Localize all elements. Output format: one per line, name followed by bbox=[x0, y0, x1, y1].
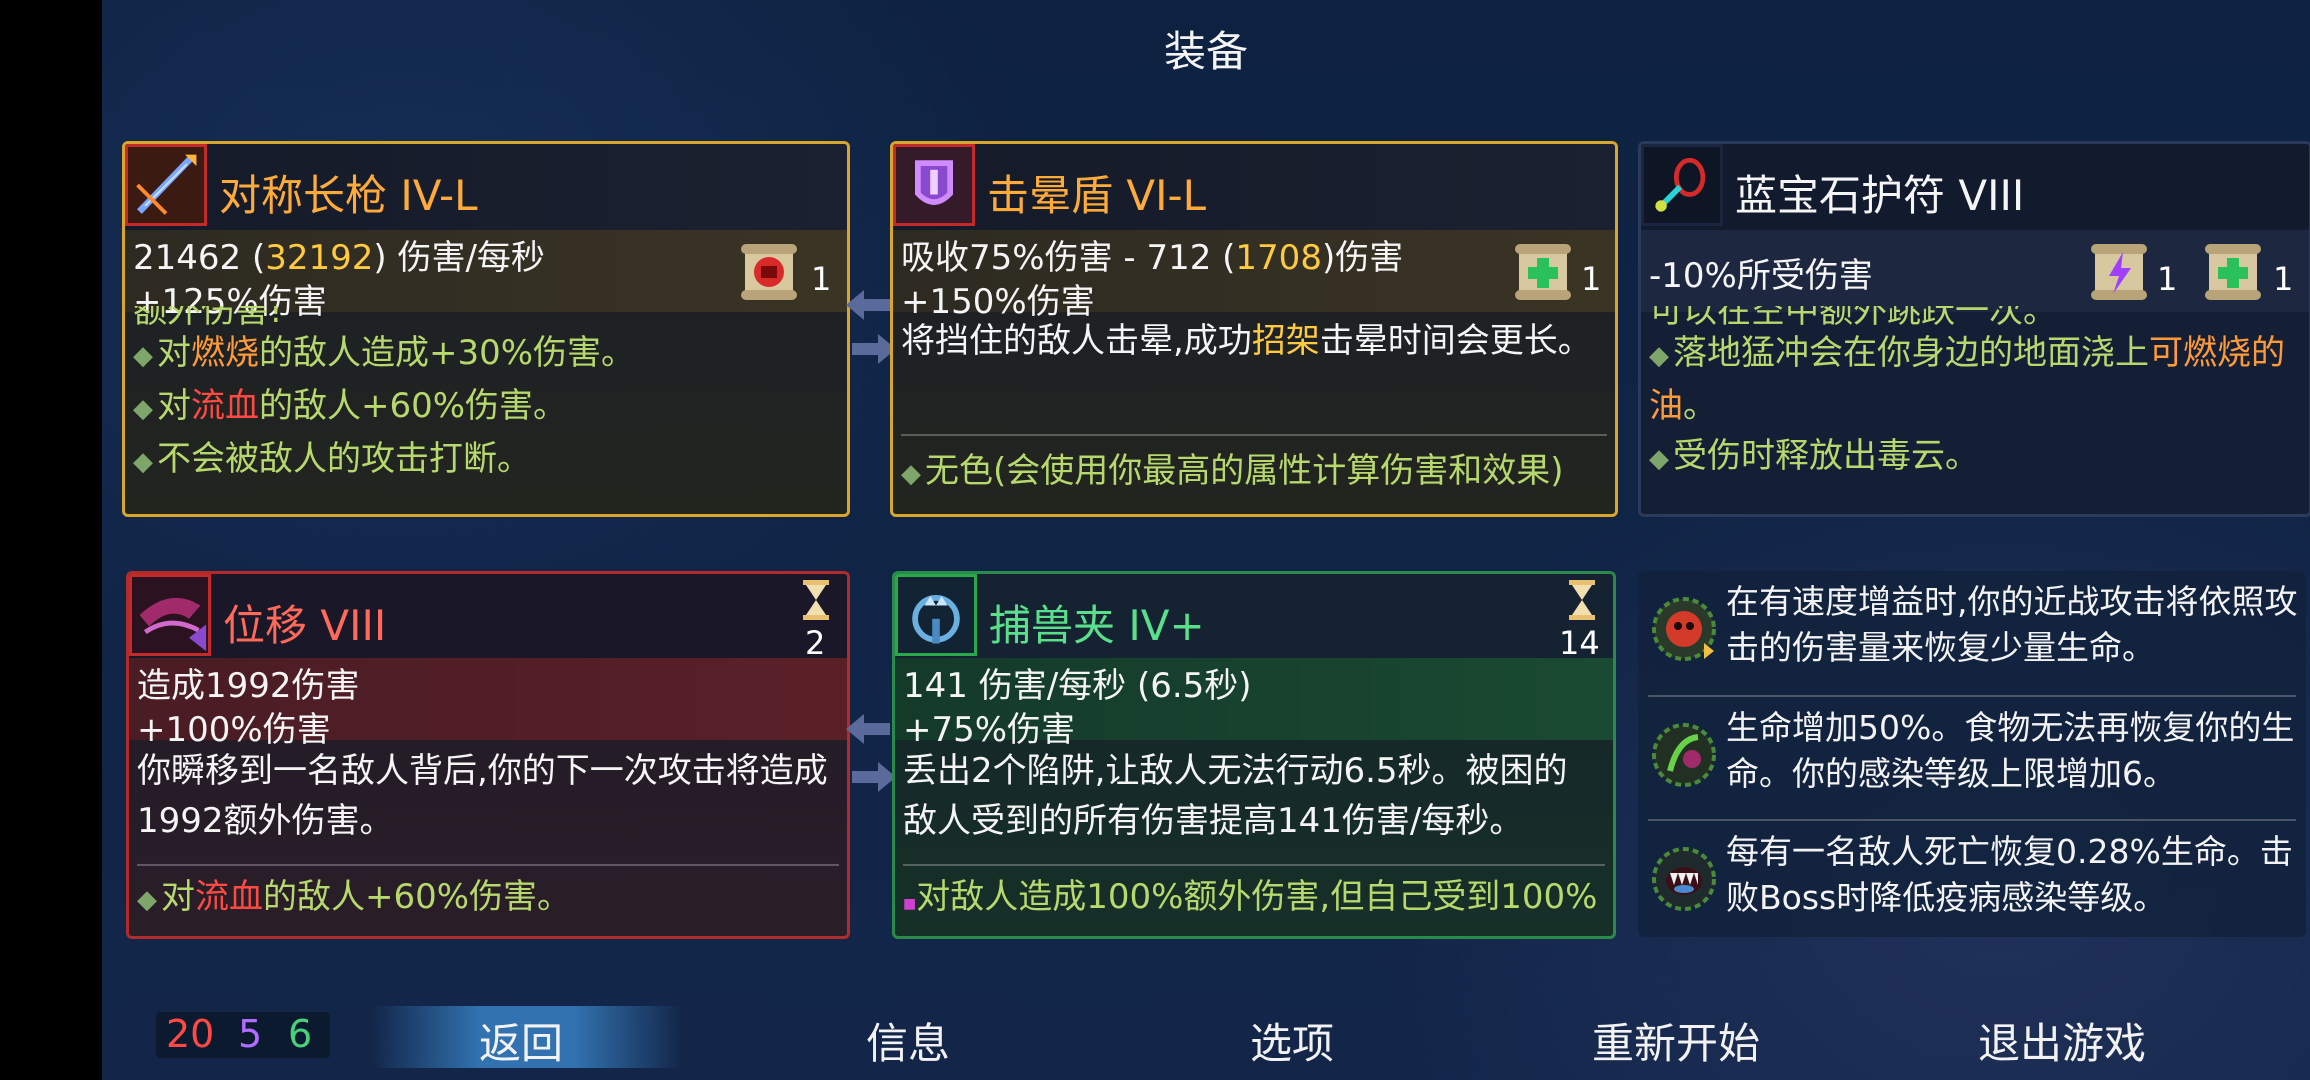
stat-band: 造成1992伤害 +100%伤害 bbox=[129, 658, 847, 750]
effects-list: 将挡住的敌人击晕,成功招架击晕时间会更长。 bbox=[901, 316, 1601, 366]
survival-count: 6 bbox=[288, 1012, 313, 1056]
scroll-count: 1 bbox=[2157, 260, 2178, 298]
stat-band: 吸收75%伤害 - 712 (1708)伤害 +150%伤害 bbox=[893, 230, 1615, 322]
blink-icon bbox=[129, 574, 211, 656]
tactics-scroll-icon bbox=[2089, 240, 2149, 304]
effect-line: ■对敌人造成100%额外伤害,但自己受到100% bbox=[903, 877, 1598, 917]
fanged-mouth-perk-icon bbox=[1648, 843, 1720, 915]
scroll-count: 1 bbox=[2273, 260, 2294, 298]
description: 你瞬移到一名敌人背后,你的下一次攻击将造成1992额外伤害。 bbox=[137, 751, 828, 841]
mutation-item[interactable]: 每有一名敌人死亡恢复0.28%生命。击败Boss时降低疫病感染等级。 bbox=[1638, 821, 2306, 939]
weapon-card-shield[interactable]: 击晕盾 VI-L 吸收75%伤害 - 712 (1708)伤害 +150%伤害 … bbox=[890, 141, 1618, 517]
survival-scroll-icon bbox=[1513, 240, 1573, 304]
options-button[interactable]: 选项 bbox=[1250, 1010, 1334, 1071]
effect-line: ◆ 对燃烧的敌人造成+30%伤害。 bbox=[133, 333, 636, 373]
hourglass-icon bbox=[801, 580, 831, 620]
damage-bonus-stat: +100%伤害 bbox=[137, 710, 331, 750]
cut-off-effect: 额外伤害! bbox=[133, 306, 283, 328]
effect-line: ◆ 对流血的敌人+60%伤害。 bbox=[133, 386, 568, 426]
effect-line: ◆ 无色(会使用你最高的属性计算伤害和效果) bbox=[901, 451, 1564, 491]
cooldown-value: 2 bbox=[805, 624, 826, 662]
description: 丢出2个陷阱,让敌人无法行动6.5秒。被困的敌人受到的所有伤害提高141伤害/每… bbox=[903, 751, 1568, 841]
shield-icon bbox=[893, 144, 975, 226]
scroll-stats-counter: 20 5 6 bbox=[156, 1012, 330, 1058]
amulet-name: 蓝宝石护符 VIII bbox=[1735, 171, 2025, 220]
mutation-item[interactable]: 在有速度增益时,你的近战攻击将依照攻击的伤害量来恢复少量生命。 bbox=[1638, 571, 2306, 689]
skill-name: 位移 VIII bbox=[223, 601, 387, 650]
amulet-icon bbox=[1641, 144, 1723, 226]
green-plant-perk-icon bbox=[1648, 719, 1720, 791]
effects-list: 可以在空中额外跳跃一次。 ◆ 落地猛冲会在你身边的地面浇上可燃烧的油。 ◆ 受伤时释… bbox=[1649, 306, 2295, 484]
back-button[interactable]: 返回 bbox=[479, 1010, 563, 1071]
weapon-card-spear[interactable]: 对称长枪 IV-L 21462 (32192) 伤害/每秒 +125%伤害 1 … bbox=[122, 141, 850, 517]
effect-line: ◆ 落地猛冲会在你身边的地面浇上可燃烧的油。 bbox=[1649, 333, 2285, 426]
description: 将挡住的敌人击晕,成功招架击晕时间会更长。 bbox=[901, 321, 1592, 361]
stat-band: 141 伤害/每秒 (6.5秒) +75%伤害 bbox=[895, 658, 1613, 750]
effect-line: ◆ 受伤时释放出毒云。 bbox=[1649, 436, 1979, 476]
swap-right-arrow-icon[interactable] bbox=[852, 760, 896, 794]
swap-left-arrow-icon[interactable] bbox=[846, 712, 890, 746]
quit-game-button[interactable]: 退出游戏 bbox=[1978, 1010, 2146, 1071]
tactics-count: 5 bbox=[238, 1012, 263, 1056]
effect-line: ◆ 对流血的敌人+60%伤害。 bbox=[137, 877, 572, 917]
dps-stat: 21462 (32192) 伤害/每秒 bbox=[133, 238, 545, 278]
effects-list: 额外伤害! ◆ 对燃烧的敌人造成+30%伤害。 ◆ 对流血的敌人+60%伤害。 ◆ 不… bbox=[133, 306, 833, 487]
survival-scroll-icon bbox=[2203, 240, 2263, 304]
hourglass-icon bbox=[1567, 580, 1597, 620]
effect-line: ◆ 不会被敌人的攻击打断。 bbox=[133, 439, 531, 479]
cut-off-effect: 可以在空中额外跳跃一次。 bbox=[1649, 306, 2057, 328]
damage-stat: 造成1992伤害 bbox=[137, 666, 360, 706]
block-stat: 吸收75%伤害 - 712 (1708)伤害 bbox=[901, 238, 1404, 278]
divider bbox=[903, 864, 1605, 866]
cooldown-value: 14 bbox=[1559, 624, 1600, 662]
damage-bonus-stat: +75%伤害 bbox=[903, 710, 1076, 750]
bear-trap-icon bbox=[895, 574, 977, 656]
scroll-count: 1 bbox=[1581, 260, 1602, 298]
dps-stat: 141 伤害/每秒 (6.5秒) bbox=[903, 666, 1252, 706]
weapon-name: 对称长枪 IV-L bbox=[219, 171, 478, 220]
scroll-count: 1 bbox=[811, 260, 832, 298]
amulet-card[interactable]: 蓝宝石护符 VIII -10%所受伤害 1 1 可以在空中额外跳跃一次。 ◆ 落地… bbox=[1638, 141, 2310, 517]
swap-left-arrow-icon[interactable] bbox=[846, 288, 890, 322]
divider bbox=[137, 864, 839, 866]
bottom-menu-bar: 20 5 6 返回 信息 选项 重新开始 退出游戏 bbox=[102, 992, 2310, 1080]
skill-name: 捕兽夹 IV+ bbox=[989, 601, 1205, 650]
restart-button[interactable]: 重新开始 bbox=[1592, 1010, 1760, 1071]
mutations-panel: 在有速度增益时,你的近战攻击将依照攻击的伤害量来恢复少量生命。 生命增加50%。… bbox=[1638, 571, 2306, 937]
weapon-name: 击晕盾 VI-L bbox=[987, 171, 1207, 220]
mutation-item[interactable]: 生命增加50%。食物无法再恢复你的生命。你的感染等级上限增加6。 bbox=[1638, 697, 2306, 815]
skill-card-blink[interactable]: 位移 VIII 2 造成1992伤害 +100%伤害 你瞬移到一名敌人背后,你的… bbox=[126, 571, 850, 939]
skill-card-trap[interactable]: 捕兽夹 IV+ 14 141 伤害/每秒 (6.5秒) +75%伤害 丢出2个陷… bbox=[892, 571, 1616, 939]
page-title: 装备 bbox=[1163, 27, 1248, 76]
info-button[interactable]: 信息 bbox=[866, 1010, 950, 1071]
brutality-count: 20 bbox=[166, 1012, 215, 1056]
spear-icon bbox=[125, 144, 207, 226]
brutality-scroll-icon bbox=[739, 240, 799, 304]
divider bbox=[901, 434, 1607, 436]
damage-reduction-stat: -10%所受伤害 bbox=[1649, 256, 1873, 296]
game-screen: 装备 对称长枪 IV-L 21462 (32192) 伤害/每秒 +125%伤害… bbox=[102, 0, 2310, 1080]
red-skull-perk-icon bbox=[1648, 593, 1720, 665]
